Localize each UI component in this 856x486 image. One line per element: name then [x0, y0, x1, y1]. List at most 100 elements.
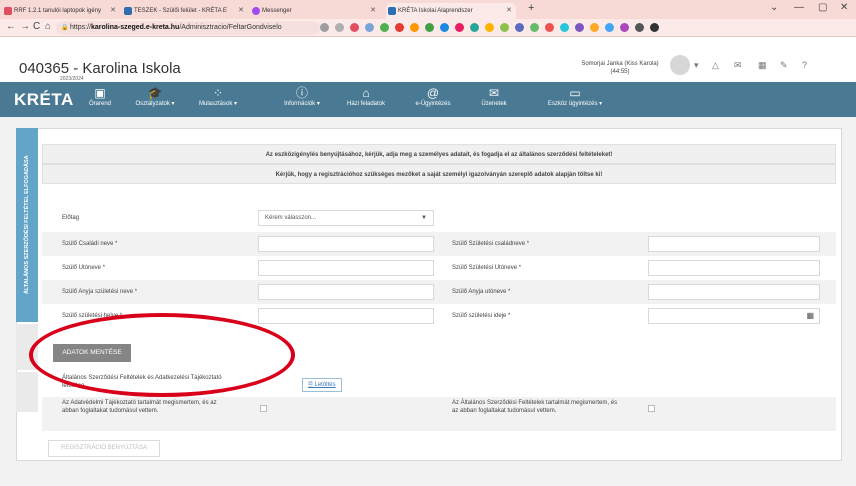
close-icon[interactable]: ✕: [110, 3, 116, 19]
info-message: Az eszközigénylés benyújtásához, kérjük,…: [42, 144, 836, 164]
extension-icon[interactable]: [410, 23, 419, 32]
extension-icon[interactable]: [350, 23, 359, 32]
browser-tab[interactable]: RRF 1.2.1 tanulói laptopok igény ✕: [2, 3, 120, 19]
extension-icon[interactable]: [365, 23, 374, 32]
extension-icon[interactable]: [320, 23, 329, 32]
browser-tab-strip: RRF 1.2.1 tanulói laptopok igény ✕ TESZE…: [0, 0, 856, 19]
nav-label: Házi feladatok: [346, 101, 386, 107]
parent-birth-family-name-input[interactable]: [648, 236, 820, 252]
form-row: Szülő Utóneve * Szülő Születési Utóneve …: [42, 256, 836, 280]
pencil-icon[interactable]: ✎: [780, 60, 788, 71]
url-bar[interactable]: 🔒 https://karolina-szeged.e-kreta.hu/Adm…: [56, 21, 320, 35]
extension-icon[interactable]: [560, 23, 569, 32]
extension-icon[interactable]: [545, 23, 554, 32]
nav-informaciok[interactable]: ⓘ Információk ▾: [272, 86, 332, 108]
nav-mulasztasok[interactable]: ⁘ Mulasztások ▾: [188, 86, 248, 108]
nav-e-ugyintezes[interactable]: @ e-Ügyintézés: [408, 86, 458, 108]
browser-tab[interactable]: Messenger ✕: [250, 3, 380, 19]
field-label: Szülő Anyja utóneve *: [452, 289, 511, 295]
url-path: /Adminisztracio/FeltarGondviselo: [179, 24, 282, 31]
extension-icon[interactable]: [575, 23, 584, 32]
extension-icon[interactable]: [500, 23, 509, 32]
nav-orarend[interactable]: ▣ Órarend: [78, 86, 122, 108]
nav-label: Üzenetek: [481, 101, 507, 107]
minimize-icon[interactable]: —: [794, 2, 804, 13]
kreta-logo[interactable]: KRÉTA: [14, 90, 74, 110]
avatar[interactable]: [670, 55, 690, 75]
extension-icon[interactable]: [335, 23, 344, 32]
nav-eszkoz-ugyintezes[interactable]: ▭ Eszköz ügyintézés ▾: [536, 86, 614, 108]
extension-icon[interactable]: [590, 23, 599, 32]
prefix-placeholder: Kérem válasszon...: [265, 215, 317, 221]
extension-icon[interactable]: [395, 23, 404, 32]
page-title: 040365 - Karolina Iskola: [19, 60, 181, 77]
birth-place-input[interactable]: [258, 308, 434, 324]
mother-birth-name-input[interactable]: [258, 284, 434, 300]
tab-search-icon[interactable]: ⌄: [770, 2, 778, 13]
extension-icon[interactable]: [635, 23, 644, 32]
sidebar-tab-disabled: [16, 372, 38, 412]
close-icon[interactable]: ✕: [238, 3, 244, 19]
help-icon[interactable]: ?: [802, 60, 807, 70]
browser-tab[interactable]: TESZEK - Szülői felület - KRÉTA E ✕: [122, 3, 248, 19]
tab-favicon-icon: [388, 7, 396, 15]
nav-label: Információk ▾: [284, 101, 320, 107]
accept-row: Az Adatvédelmi Tájékoztató tartalmát meg…: [42, 397, 836, 431]
mother-given-name-input[interactable]: [648, 284, 820, 300]
nav-osztalyzatok[interactable]: 🎓 Osztályzatok ▾: [124, 86, 186, 108]
nav-label: Eszköz ügyintézés ▾: [547, 101, 603, 107]
privacy-accept-checkbox[interactable]: [260, 405, 267, 412]
new-tab-button[interactable]: +: [528, 2, 534, 14]
close-icon[interactable]: ✕: [506, 3, 512, 19]
session-timer: (44:55): [610, 69, 630, 75]
reload-icon[interactable]: C: [33, 21, 40, 32]
terms-accept-text: Az Általános Szerződési Feltételek tarta…: [452, 400, 618, 414]
user-name[interactable]: Somorjai Janka (Kiss Karola) (44:55): [560, 60, 680, 76]
extension-icon[interactable]: [470, 23, 479, 32]
field-label: Szülő Születési Utóneve *: [452, 265, 522, 271]
birth-date-input[interactable]: ▦: [648, 308, 820, 324]
extension-icon[interactable]: [620, 23, 629, 32]
nav-label: Osztályzatok ▾: [135, 101, 175, 107]
chevron-down-icon[interactable]: ▾: [694, 60, 699, 71]
close-icon[interactable]: ✕: [370, 3, 376, 19]
home-icon: ⌂: [362, 86, 370, 100]
extension-icon[interactable]: [380, 23, 389, 32]
nav-hazi-feladatok[interactable]: ⌂ Házi feladatok: [340, 86, 392, 108]
terms-accept-checkbox[interactable]: [648, 405, 655, 412]
prefix-select[interactable]: Kérem válasszon... ▼: [258, 210, 434, 226]
nav-uzenetek[interactable]: ✉ Üzenetek: [472, 86, 516, 108]
extension-icon[interactable]: [455, 23, 464, 32]
info-icon: ⓘ: [295, 86, 308, 100]
extension-icon[interactable]: [440, 23, 449, 32]
sidebar-tab-label: ÁLTALÁNOS SZERZŐDÉSI FELTÉTEL ELFOGADÁSA: [24, 155, 30, 295]
extension-icon[interactable]: [485, 23, 494, 32]
maximize-icon[interactable]: ▢: [818, 2, 827, 13]
caret-down-icon: ▼: [421, 215, 427, 221]
close-window-icon[interactable]: ✕: [840, 2, 848, 13]
calendar-icon[interactable]: ▦: [806, 309, 814, 323]
extension-icon[interactable]: [515, 23, 524, 32]
extension-icon[interactable]: [530, 23, 539, 32]
bell-icon[interactable]: △: [712, 60, 719, 71]
extension-icon[interactable]: [605, 23, 614, 32]
parent-given-name-input[interactable]: [258, 260, 434, 276]
laptop-icon: ▭: [569, 86, 581, 100]
extension-icon[interactable]: [650, 23, 659, 32]
forward-arrow-icon[interactable]: →: [20, 21, 30, 32]
grid-icon[interactable]: ▦: [758, 60, 767, 71]
mail-icon[interactable]: ✉: [734, 60, 742, 71]
parent-birth-given-name-input[interactable]: [648, 260, 820, 276]
url-host: karolina-szeged.e-kreta.hu: [91, 24, 180, 31]
prefix-row: Előtag Kérem válasszon... ▼: [42, 206, 836, 230]
browser-tab-active[interactable]: KRÉTA Iskolai Alaprendszer ✕: [386, 3, 516, 19]
tab-title: TESZEK - Szülői felület - KRÉTA E: [134, 8, 227, 14]
extension-icon[interactable]: [425, 23, 434, 32]
parent-family-name-input[interactable]: [258, 236, 434, 252]
back-arrow-icon[interactable]: ←: [6, 21, 16, 32]
calendar-icon: ▣: [94, 86, 106, 100]
submit-registration-button[interactable]: REGISZTRÁCIÓ BENYÚJTÁSA: [48, 440, 160, 457]
nav-label: Órarend: [88, 101, 111, 107]
home-icon[interactable]: ⌂: [45, 21, 51, 32]
download-link[interactable]: 🗎 Letöltés: [302, 378, 342, 392]
